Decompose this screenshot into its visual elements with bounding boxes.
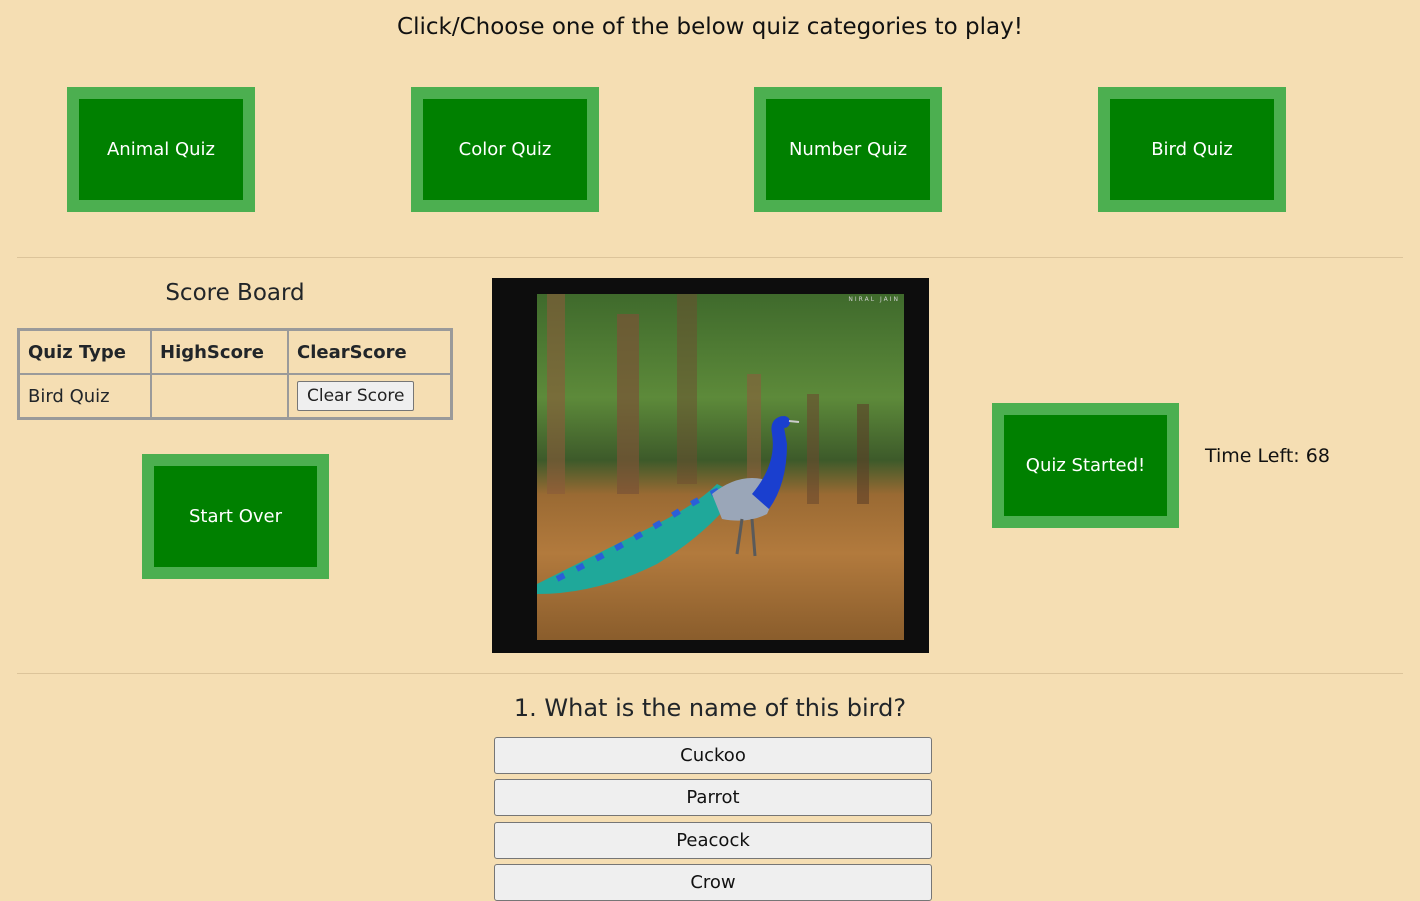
column-header-clearscore: ClearScore (288, 330, 451, 374)
page-instruction: Click/Choose one of the below quiz categ… (397, 14, 1023, 40)
scoreboard-header-row: Quiz Type HighScore ClearScore (19, 330, 451, 374)
color-quiz-button[interactable]: Color Quiz (411, 87, 599, 212)
top-divider (17, 257, 1403, 258)
answer-option-peacock[interactable]: Peacock (494, 822, 932, 859)
answer-option-cuckoo[interactable]: Cuckoo (494, 737, 932, 774)
peacock-image: NIRAL JAIN (537, 294, 904, 640)
column-header-highscore: HighScore (151, 330, 288, 374)
quiz-image-frame: NIRAL JAIN (492, 278, 929, 653)
bird-quiz-button[interactable]: Bird Quiz (1098, 87, 1286, 212)
bottom-divider (17, 673, 1403, 674)
scoreboard-table: Quiz Type HighScore ClearScore Bird Quiz… (17, 328, 453, 420)
answer-option-parrot[interactable]: Parrot (494, 779, 932, 816)
peacock-illustration (537, 294, 869, 594)
answer-option-crow[interactable]: Crow (494, 864, 932, 901)
quiz-started-button[interactable]: Quiz Started! (992, 403, 1179, 528)
column-header-quiz-type: Quiz Type (19, 330, 151, 374)
clearscore-cell: Clear Score (288, 374, 451, 418)
animal-quiz-button[interactable]: Animal Quiz (67, 87, 255, 212)
clear-score-button[interactable]: Clear Score (297, 381, 415, 411)
scoreboard-title: Score Board (165, 280, 305, 306)
start-over-button[interactable]: Start Over (142, 454, 329, 579)
question-text: 1. What is the name of this bird? (513, 694, 907, 722)
quiz-type-cell: Bird Quiz (19, 374, 151, 418)
image-watermark: NIRAL JAIN (848, 296, 900, 303)
time-left-counter: Time Left: 68 (1205, 445, 1330, 467)
highscore-cell (151, 374, 288, 418)
number-quiz-button[interactable]: Number Quiz (754, 87, 942, 212)
table-row: Bird Quiz Clear Score (19, 374, 451, 418)
